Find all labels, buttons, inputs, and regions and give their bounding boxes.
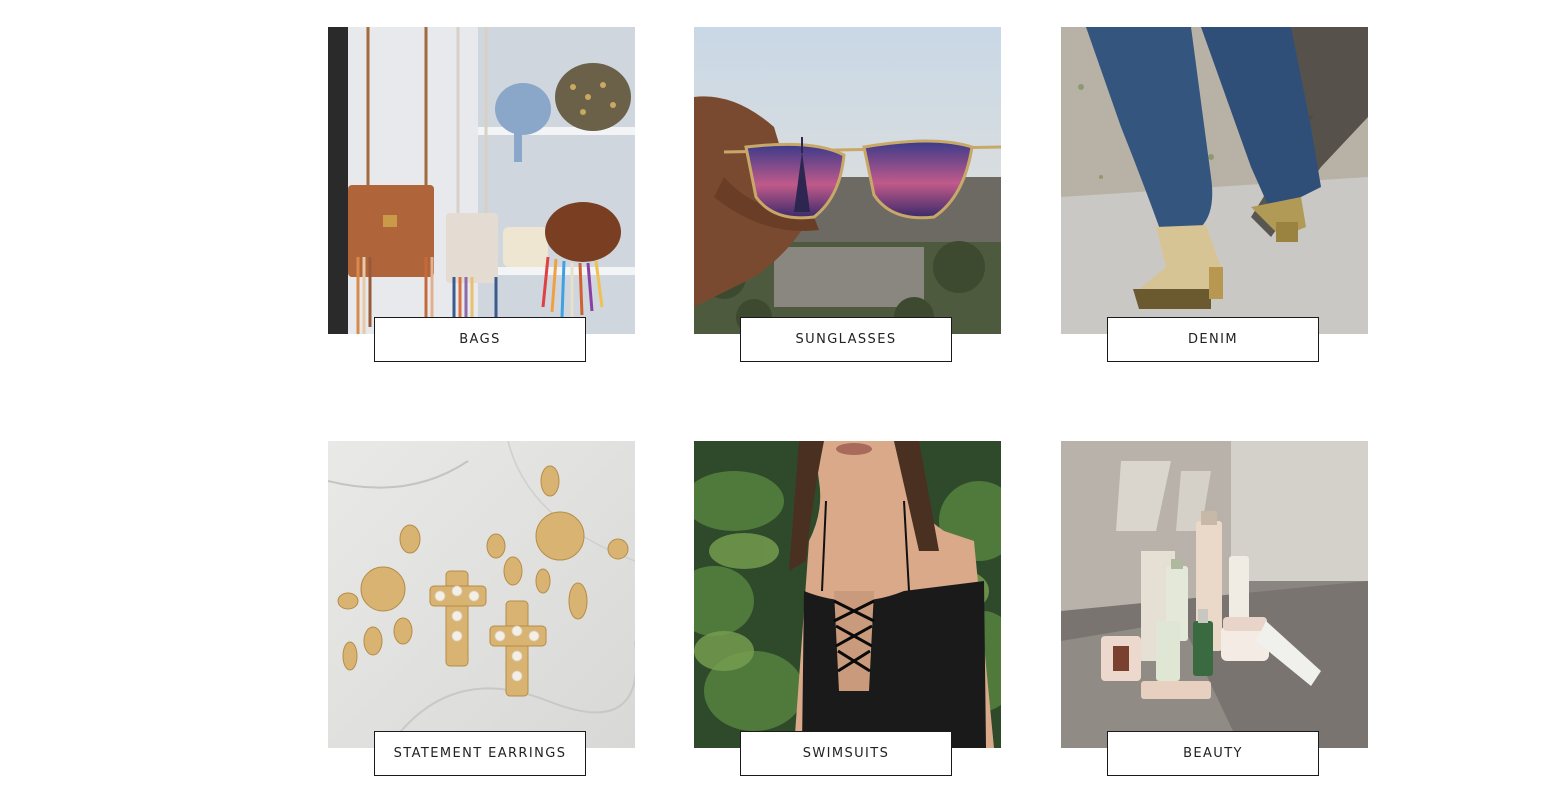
category-button-bags[interactable]: BAGS bbox=[374, 317, 586, 362]
category-tile-sunglasses[interactable]: SUNGLASSES bbox=[694, 27, 1001, 364]
category-label-bags: BAGS bbox=[459, 332, 501, 347]
statement-earrings-photo[interactable] bbox=[328, 441, 635, 748]
category-label-statement-earrings: STATEMENT EARRINGS bbox=[393, 746, 567, 761]
category-label-sunglasses: SUNGLASSES bbox=[795, 332, 897, 347]
category-label-beauty: BEAUTY bbox=[1183, 746, 1243, 761]
black-swimsuit-image bbox=[694, 441, 1001, 748]
category-label-swimsuits: SWIMSUITS bbox=[802, 746, 890, 761]
category-button-swimsuits[interactable]: SWIMSUITS bbox=[740, 731, 952, 776]
category-tile-statement-earrings[interactable]: STATEMENT EARRINGS bbox=[328, 441, 635, 778]
category-button-beauty[interactable]: BEAUTY bbox=[1107, 731, 1319, 776]
category-tile-denim[interactable]: DENIM bbox=[1061, 27, 1368, 364]
bags-closet-image bbox=[328, 27, 635, 334]
denim-photo[interactable] bbox=[1061, 27, 1368, 334]
category-grid: BAGS SUNGLASSES DENIM STATEMENT EARRINGS… bbox=[0, 0, 1561, 796]
sunglasses-photo[interactable] bbox=[694, 27, 1001, 334]
category-label-denim: DENIM bbox=[1188, 332, 1238, 347]
category-tile-bags[interactable]: BAGS bbox=[328, 27, 635, 364]
bags-photo[interactable] bbox=[328, 27, 635, 334]
category-button-statement-earrings[interactable]: STATEMENT EARRINGS bbox=[374, 731, 586, 776]
denim-shoes-image bbox=[1061, 27, 1368, 334]
category-tile-swimsuits[interactable]: SWIMSUITS bbox=[694, 441, 1001, 778]
beauty-photo[interactable] bbox=[1061, 441, 1368, 748]
category-tile-beauty[interactable]: BEAUTY bbox=[1061, 441, 1368, 778]
skincare-products-image bbox=[1061, 441, 1368, 748]
sunglasses-paris-image bbox=[694, 27, 1001, 334]
swimsuits-photo[interactable] bbox=[694, 441, 1001, 748]
category-button-sunglasses[interactable]: SUNGLASSES bbox=[740, 317, 952, 362]
category-button-denim[interactable]: DENIM bbox=[1107, 317, 1319, 362]
gold-earrings-image bbox=[328, 441, 635, 748]
